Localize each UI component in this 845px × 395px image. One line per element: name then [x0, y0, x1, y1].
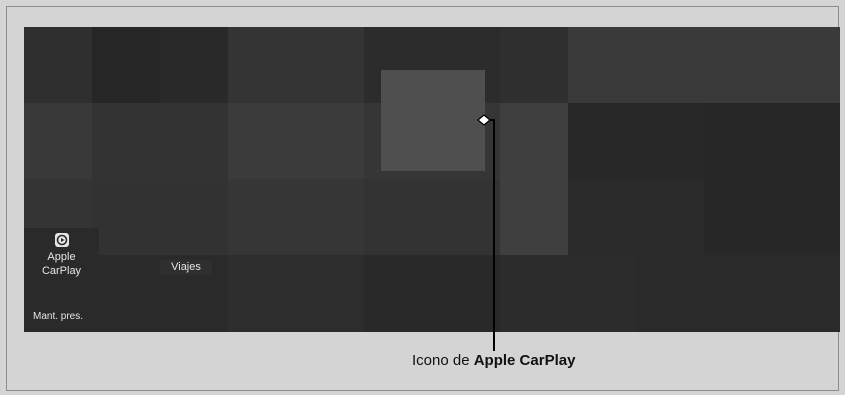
callout-line: [477, 114, 495, 351]
callout-bold: Apple CarPlay: [473, 352, 576, 369]
callout-caption: Icono de Apple CarPlay: [412, 352, 575, 369]
callout-prefix: Icono de: [412, 352, 474, 369]
